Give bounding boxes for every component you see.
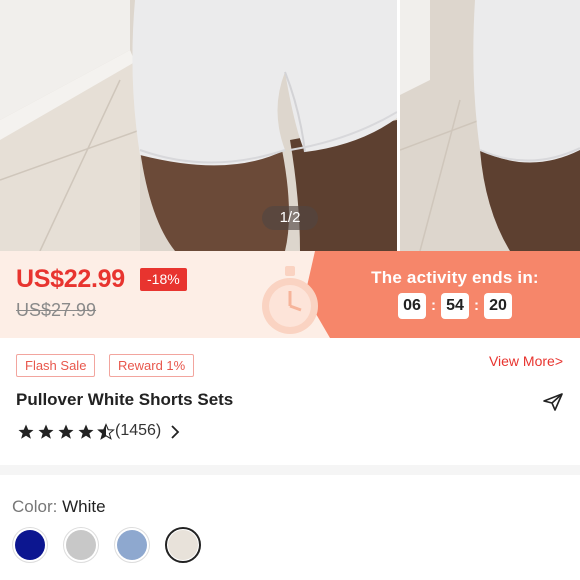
color-swatch-light-blue[interactable] bbox=[114, 527, 150, 563]
color-label: Color: White bbox=[12, 497, 106, 516]
original-price: US$27.99 bbox=[16, 300, 97, 320]
product-photo-main[interactable] bbox=[0, 0, 397, 251]
swatch-fill bbox=[66, 530, 96, 560]
countdown-minutes: 54 bbox=[441, 293, 469, 319]
product-photo-next[interactable] bbox=[400, 0, 580, 251]
review-count[interactable]: (1456) bbox=[115, 422, 161, 440]
countdown-seconds: 20 bbox=[484, 293, 512, 319]
star-icon bbox=[58, 424, 74, 439]
color-swatch-white[interactable] bbox=[165, 527, 201, 563]
product-gallery[interactable]: 1/2 bbox=[0, 0, 580, 251]
swatch-fill bbox=[117, 530, 147, 560]
swatch-fill bbox=[15, 530, 45, 560]
swatch-fill bbox=[168, 530, 198, 560]
countdown-separator: : bbox=[474, 297, 479, 314]
flash-sale-tag[interactable]: Flash Sale bbox=[16, 354, 96, 377]
star-rating[interactable] bbox=[16, 423, 116, 441]
color-swatch-navy[interactable] bbox=[12, 527, 48, 563]
activity-label: The activity ends in: bbox=[371, 268, 539, 287]
section-divider bbox=[0, 465, 580, 475]
current-price: US$22.99 bbox=[16, 265, 125, 293]
stopwatch-icon bbox=[262, 266, 318, 334]
star-icon bbox=[38, 424, 54, 439]
star-icon bbox=[18, 424, 34, 439]
send-icon[interactable] bbox=[543, 393, 563, 411]
countdown-separator: : bbox=[431, 297, 436, 314]
reward-tag[interactable]: Reward 1% bbox=[109, 354, 195, 377]
star-icon bbox=[78, 424, 94, 439]
image-pager: 1/2 bbox=[262, 206, 318, 230]
half-star-icon bbox=[97, 423, 115, 440]
chevron-right-icon[interactable] bbox=[170, 425, 180, 439]
view-more-link[interactable]: View More> bbox=[489, 353, 563, 369]
discount-badge: -18% bbox=[140, 268, 187, 291]
color-value: White bbox=[62, 497, 106, 516]
countdown-hours: 06 bbox=[398, 293, 426, 319]
product-title: Pullover White Shorts Sets bbox=[16, 390, 234, 409]
color-swatch-grey[interactable] bbox=[63, 527, 99, 563]
